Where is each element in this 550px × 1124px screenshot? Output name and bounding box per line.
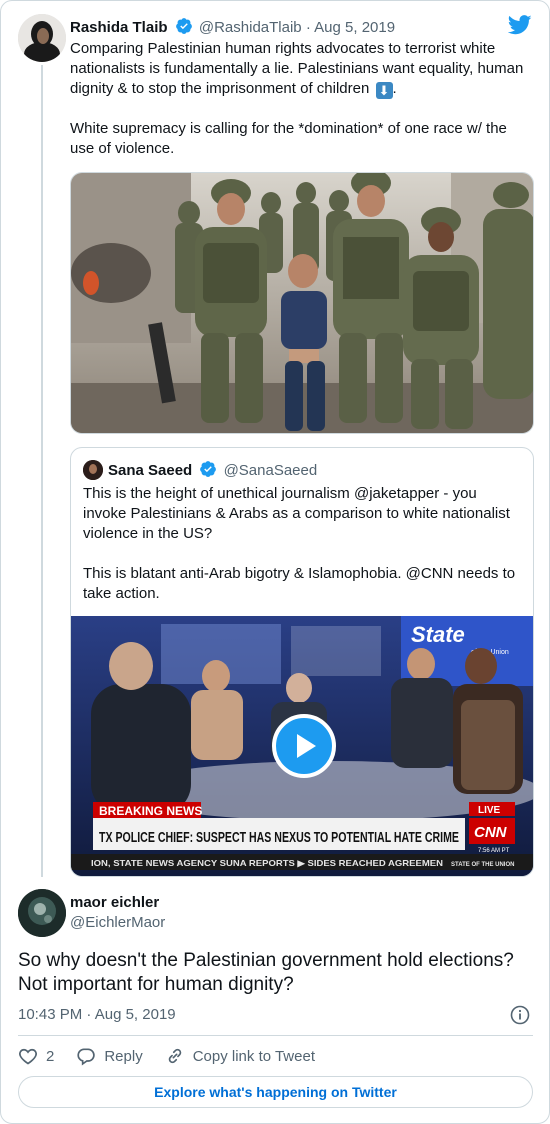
quoted-tweet-header: Sana Saeed @SanaSaeed	[108, 460, 317, 484]
divider	[18, 1035, 533, 1036]
separator: ·	[305, 19, 311, 36]
reply-time: 10:43 PM	[18, 1006, 83, 1023]
link-icon	[168, 1048, 181, 1064]
tweet-paragraph-text: Comparing Palestinian human rights advoc…	[70, 40, 524, 97]
down-arrow-emoji-icon: ⬇	[375, 82, 393, 99]
reply-author-avatar[interactable]	[18, 889, 66, 937]
breaking-news-label: BREAKING NEWS	[99, 804, 202, 818]
heart-icon	[19, 1048, 37, 1065]
verified-badge-icon	[199, 460, 217, 484]
like-count: 2	[46, 1047, 55, 1065]
quoted-tweet[interactable]: Sana Saeed @SanaSaeed This is the height…	[70, 447, 534, 877]
headline-text: TX POLICE CHIEF: SUSPECT HAS NEXUS TO PO…	[99, 830, 459, 846]
play-icon	[297, 734, 316, 758]
thread-line	[41, 65, 43, 877]
tweet-photo[interactable]	[70, 172, 534, 434]
quoted-paragraph: This is the height of unethical journali…	[83, 485, 510, 542]
ticker-text: ION, STATE NEWS AGENCY SUNA REPORTS ▶ SI…	[91, 858, 443, 868]
tweet-header: Rashida Tlaib @RashidaTlaib · Aug 5, 201…	[70, 17, 395, 41]
play-button[interactable]	[272, 714, 336, 778]
reply-button[interactable]: Reply	[76, 1046, 143, 1066]
verified-badge-icon	[175, 17, 193, 41]
quoted-paragraph: This is blatant anti-Arab bigotry & Isla…	[83, 565, 516, 602]
tweet-paragraph: Comparing Palestinian human rights advoc…	[70, 39, 530, 99]
live-label: LIVE	[478, 805, 501, 816]
video-thumbnail[interactable]: State of the Union	[71, 616, 533, 876]
copy-link-button[interactable]: Copy link to Tweet	[165, 1046, 315, 1066]
reply-text: So why doesn't the Palestinian governmen…	[18, 950, 514, 995]
like-button[interactable]: 2	[18, 1046, 54, 1066]
ticker-right: STATE OF THE UNION	[451, 862, 514, 868]
quoted-tweet-text: This is the height of unethical journali…	[83, 484, 523, 604]
tweet-paragraph-end: .	[392, 80, 397, 97]
reply-timestamp[interactable]: 10:43 PM · Aug 5, 2019	[18, 1005, 176, 1025]
reply-author-handle[interactable]: @EichlerMaor	[70, 913, 165, 933]
tweet-paragraph: White supremacy is calling for the *domi…	[70, 120, 507, 157]
show-logo: State	[411, 622, 465, 647]
explore-twitter-button[interactable]: Explore what's happening on Twitter	[18, 1076, 533, 1108]
action-bar: 2 Reply Copy link to Tweet	[18, 1045, 337, 1067]
video-time: 7:56 AM PT	[478, 848, 510, 854]
network-logo: CNN	[474, 824, 508, 841]
author-name[interactable]: Rashida Tlaib	[70, 19, 168, 36]
reply-date: Aug 5, 2019	[94, 1006, 176, 1023]
tweet-card: Rashida Tlaib @RashidaTlaib · Aug 5, 201…	[0, 0, 550, 1124]
separator: ·	[86, 1006, 92, 1023]
author-avatar[interactable]	[18, 14, 66, 62]
reply-author-name[interactable]: maor eichler	[70, 893, 159, 913]
author-handle[interactable]: @RashidaTlaib	[199, 19, 302, 36]
tweet-date[interactable]: Aug 5, 2019	[314, 19, 395, 36]
tweet-text: Comparing Palestinian human rights advoc…	[70, 39, 530, 159]
info-icon[interactable]	[510, 1005, 530, 1030]
quoted-author-handle: @SanaSaeed	[223, 462, 318, 479]
reply-label: Reply	[104, 1047, 143, 1065]
twitter-bird-icon[interactable]	[507, 15, 532, 40]
reply-bubble-icon	[77, 1048, 96, 1066]
quoted-author-name: Sana Saeed	[108, 462, 193, 479]
copy-link-label: Copy link to Tweet	[192, 1047, 315, 1065]
quoted-author-avatar	[83, 460, 103, 480]
